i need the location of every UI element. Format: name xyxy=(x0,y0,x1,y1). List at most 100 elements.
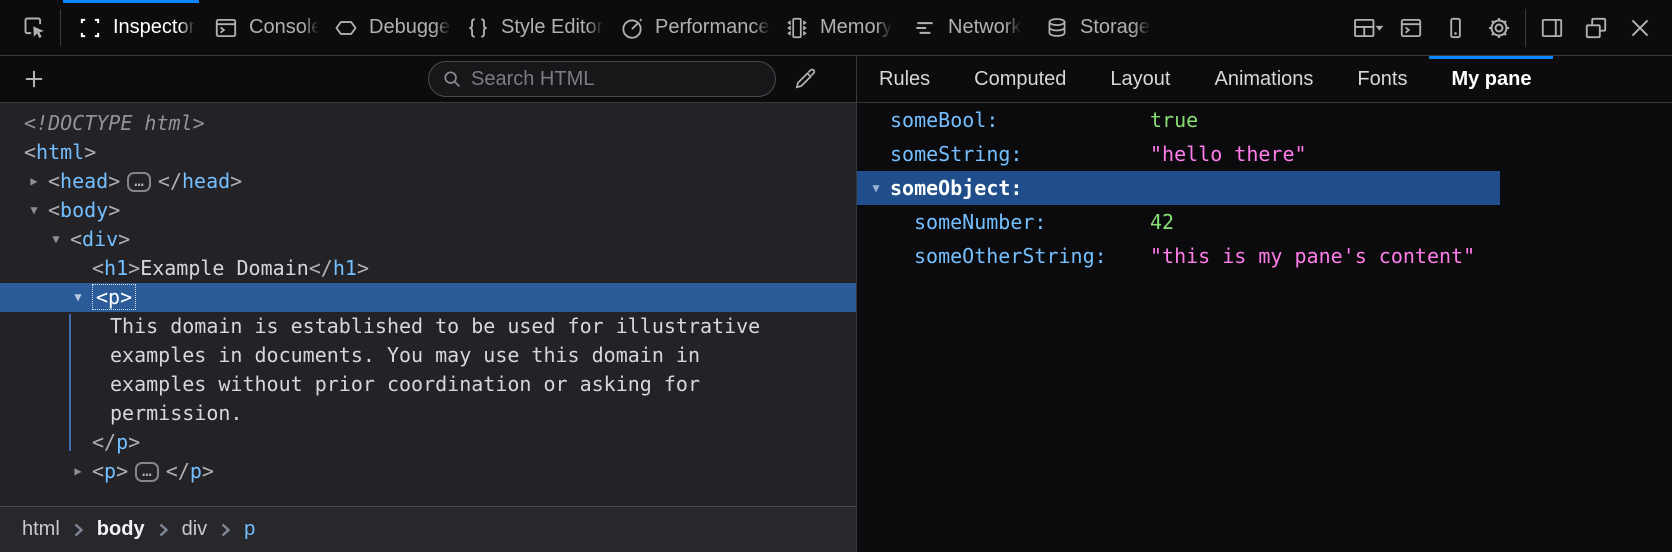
tab-styleeditor[interactable]: Style Editor xyxy=(451,0,605,55)
collapse-twisty-icon[interactable]: ▼ xyxy=(24,196,44,225)
settings-button[interactable] xyxy=(1477,6,1521,50)
pane-value: 42 xyxy=(1150,205,1174,239)
markup-row[interactable]: <h1>Example Domain</h1> xyxy=(0,254,856,283)
token: head xyxy=(60,169,108,193)
toolbar-separator xyxy=(1525,9,1526,47)
markup-row[interactable]: ▼<body> xyxy=(0,196,856,225)
markup-row[interactable]: <!DOCTYPE html> xyxy=(0,109,856,138)
token: p xyxy=(190,459,202,483)
token: div xyxy=(82,227,118,251)
tab-label: Storage xyxy=(1080,16,1150,39)
pick-element-button[interactable] xyxy=(10,0,58,55)
breadcrumb-item-body[interactable]: body xyxy=(97,518,145,541)
breadcrumb-item-p[interactable]: p xyxy=(244,518,255,541)
markup-view: <!DOCTYPE html><html>▶<head>…</head>▼<bo… xyxy=(0,103,856,506)
markup-node-text: permission. xyxy=(110,399,242,428)
layout-menu-button[interactable] xyxy=(1345,6,1389,50)
split-console-button[interactable] xyxy=(1389,6,1433,50)
token: < xyxy=(70,227,82,251)
markup-node-text: <head>…</head> xyxy=(48,167,242,196)
token: > xyxy=(230,169,242,193)
toolbox-right-buttons xyxy=(1345,0,1672,55)
eyedropper-button[interactable] xyxy=(786,61,824,97)
indent-guide xyxy=(69,314,71,451)
console-icon xyxy=(213,15,239,41)
separate-window-button[interactable] xyxy=(1574,6,1618,50)
add-node-button[interactable] xyxy=(16,61,52,97)
token: > xyxy=(84,140,96,164)
dock-side-button[interactable] xyxy=(1530,6,1574,50)
sidebar-tab-layout[interactable]: Layout xyxy=(1088,56,1192,102)
token: h1 xyxy=(104,256,128,280)
search-html-box xyxy=(428,61,776,97)
markup-node-text: <div> xyxy=(70,225,130,254)
pane-key: someBool: xyxy=(890,108,998,132)
markup-row[interactable]: </p> xyxy=(0,428,856,457)
token: < xyxy=(92,256,104,280)
tab-label: Performance xyxy=(655,16,770,39)
pane-row[interactable]: someOtherString:"this is my pane's conte… xyxy=(857,239,1500,273)
inline-ellipsis-badge[interactable]: … xyxy=(127,172,151,192)
token: </ xyxy=(92,430,116,454)
markup-row[interactable]: <html> xyxy=(0,138,856,167)
close-button[interactable] xyxy=(1618,6,1662,50)
breadcrumb-item-div[interactable]: div xyxy=(182,518,208,541)
breadcrumb: html body div p xyxy=(0,506,856,552)
markup-node-text: <body> xyxy=(48,196,120,225)
sidebar-tab-fonts[interactable]: Fonts xyxy=(1335,56,1429,102)
markup-node-text: <p>…</p> xyxy=(92,457,214,486)
expand-twisty-icon[interactable]: ▶ xyxy=(68,457,88,486)
sidebar-tab-animations[interactable]: Animations xyxy=(1192,56,1335,102)
tab-memory[interactable]: Memory xyxy=(770,0,898,55)
layout-menu-icon xyxy=(1351,15,1384,41)
markup-row[interactable]: ▶<head>…</head> xyxy=(0,167,856,196)
inspector-icon xyxy=(77,15,103,41)
performance-icon xyxy=(619,15,645,41)
token: > xyxy=(116,459,128,483)
pane-row[interactable]: ▼someObject: xyxy=(857,171,1500,205)
collapse-twisty-icon[interactable]: ▼ xyxy=(46,225,66,254)
tab-performance[interactable]: Performance xyxy=(605,0,770,55)
split-console-icon xyxy=(1398,15,1424,41)
tab-debugger[interactable]: Debugger xyxy=(319,0,451,55)
search-input[interactable] xyxy=(428,61,776,97)
tab-console[interactable]: Console xyxy=(199,0,319,55)
collapse-twisty-icon[interactable]: ▼ xyxy=(866,171,886,205)
token: </ xyxy=(166,459,190,483)
tab-label: Memory xyxy=(820,16,892,39)
token: > xyxy=(357,256,369,280)
dock-side-icon xyxy=(1539,15,1565,41)
debugger-icon xyxy=(333,15,359,41)
sidebar-tab-computed[interactable]: Computed xyxy=(952,56,1088,102)
markup-row[interactable]: permission. xyxy=(0,399,856,428)
markup-row[interactable]: ▼<div> xyxy=(0,225,856,254)
token: <!DOCTYPE html> xyxy=(24,111,205,135)
markup-row[interactable]: ▶<p>…</p> xyxy=(0,457,856,486)
gear-icon xyxy=(1485,14,1513,42)
markup-row[interactable]: ▼<p> xyxy=(0,283,856,312)
style-editor-icon xyxy=(465,15,491,41)
token: > xyxy=(202,459,214,483)
markup-row[interactable]: examples without prior coordination or a… xyxy=(0,370,856,399)
breadcrumb-item-html[interactable]: html xyxy=(22,518,60,541)
inline-ellipsis-badge[interactable]: … xyxy=(135,462,159,482)
token: html xyxy=(36,140,84,164)
tab-network[interactable]: Network xyxy=(898,0,1030,55)
token: examples in documents. You may use this … xyxy=(110,343,700,367)
pane-row[interactable]: someBool:true xyxy=(857,103,1500,137)
sidebar-tab-rules[interactable]: Rules xyxy=(857,56,952,102)
tab-inspector[interactable]: Inspector xyxy=(63,0,199,55)
responsive-design-button[interactable] xyxy=(1433,6,1477,50)
toolbar-separator xyxy=(60,9,61,46)
markup-row[interactable]: examples in documents. You may use this … xyxy=(0,341,856,370)
tab-storage[interactable]: Storage xyxy=(1030,0,1152,55)
expand-twisty-icon[interactable]: ▶ xyxy=(24,167,44,196)
pane-key: someOtherString: xyxy=(914,244,1107,268)
collapse-twisty-icon[interactable]: ▼ xyxy=(68,283,88,312)
pane-row[interactable]: someString:"hello there" xyxy=(857,137,1500,171)
pane-row[interactable]: someNumber: 42 xyxy=(857,205,1500,239)
secondary-toolbar: RulesComputedLayoutAnimationsFontsMy pan… xyxy=(0,56,1672,103)
pane-key: someNumber: xyxy=(914,210,1046,234)
markup-row[interactable]: This domain is established to be used fo… xyxy=(0,312,856,341)
sidebar-tab-mypane[interactable]: My pane xyxy=(1429,56,1553,102)
